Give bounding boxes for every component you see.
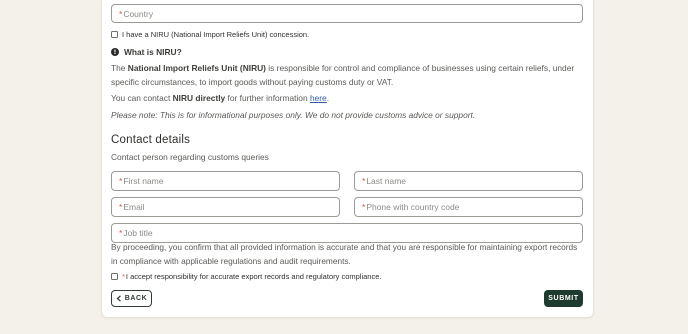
niru-description: The National Import Reliefs Unit (NIRU) … [111,62,581,89]
job-title-placeholder: Job title [123,228,153,238]
contact-bold: NIRU directly [172,93,226,103]
contact-middle: for further information [225,93,310,103]
required-marker: * [122,272,125,281]
what-is-niru-heading: What is NIRU? [124,47,182,57]
accept-label-text: I accept responsibility for accurate exp… [125,272,382,281]
required-marker: * [119,176,123,186]
first-name-placeholder: First name [123,176,164,186]
what-is-niru-row: ! What is NIRU? [111,47,182,57]
disclaimer-text: By proceeding, you confirm that all prov… [111,241,585,268]
contact-details-subtitle: Contact person regarding customs queries [111,152,269,162]
email-placeholder: Email [123,202,145,212]
chevron-left-icon [116,295,121,302]
back-button[interactable]: BACK [111,290,152,307]
last-name-placeholder: Last name [366,176,407,186]
niru-contact-line: You can contact NIRU directly for furthe… [111,92,329,106]
disclaimer-line1: By proceeding, you confirm that all prov… [111,242,578,252]
submit-label: SUBMIT [548,295,579,302]
info-icon: ! [111,48,119,56]
accept-label: *I accept responsibility for accurate ex… [122,272,381,281]
accept-checkbox[interactable] [111,273,118,280]
disclaimer-line2: in compliance with applicable regulation… [111,255,351,266]
submit-button[interactable]: SUBMIT [544,290,583,307]
email-field[interactable]: * Email [111,197,340,217]
country-field[interactable]: * Country [111,4,583,23]
niru-checkbox[interactable] [111,31,118,38]
phone-field[interactable]: * Phone with country code [354,197,583,217]
phone-placeholder: Phone with country code [366,202,460,212]
niru-desc-prefix: The [111,63,128,73]
niru-desc-bold: National Import Reliefs Unit (NIRU) [127,63,266,73]
required-marker: * [362,202,366,212]
niru-desc-line1: is responsible for control and complianc… [265,63,575,73]
informational-note: Please note: This is for informational p… [111,110,476,120]
niru-checkbox-label: I have a NIRU (National Import Reliefs U… [122,30,310,39]
contact-prefix: You can contact [111,93,173,103]
country-placeholder: Country [123,8,154,19]
required-marker: * [119,228,123,238]
niru-desc-line2: specific circumstances, to import goods … [111,76,394,87]
required-marker: * [119,202,123,212]
required-marker: * [362,176,366,186]
last-name-field[interactable]: * Last name [354,171,583,191]
required-marker: * [119,8,123,19]
back-label: BACK [124,295,148,302]
contact-suffix: . [326,93,330,103]
first-name-field[interactable]: * First name [111,171,340,191]
contact-details-heading: Contact details [111,134,191,146]
here-link[interactable]: here [310,93,327,103]
job-title-field[interactable]: * Job title [111,223,583,243]
